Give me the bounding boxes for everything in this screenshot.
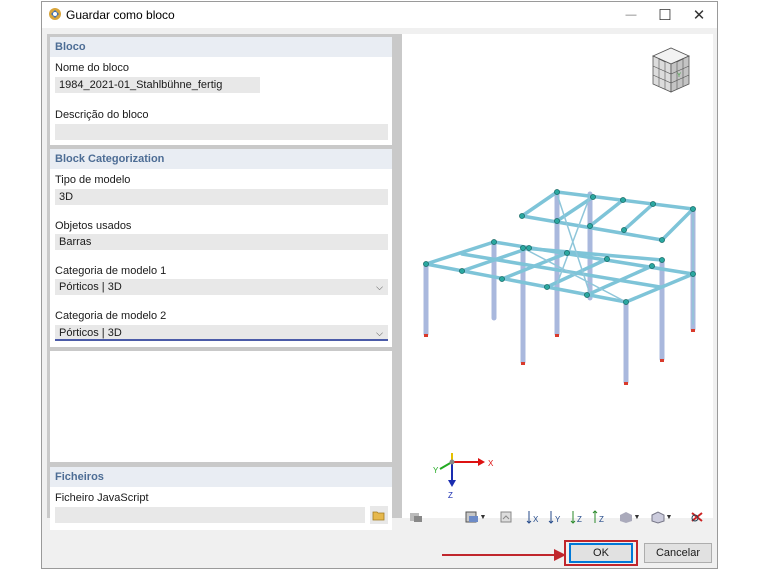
model-type-label: Tipo de modelo (55, 174, 131, 186)
y-axis-label: Y (433, 466, 439, 475)
svg-text:Y: Y (555, 515, 561, 524)
objects-used-label: Objetos usados (55, 220, 132, 232)
categorization-panel: Block Categorization Tipo de modelo 3D O… (50, 149, 392, 347)
app-icon (49, 8, 61, 20)
block-description-input[interactable] (55, 124, 388, 140)
empty-panel (50, 351, 392, 462)
maximize-button[interactable]: ☐ (648, 2, 682, 28)
svg-text:Y: Y (677, 73, 681, 79)
files-panel: Ficheiros Ficheiro JavaScript (50, 467, 392, 530)
block-description-label: Descrição do bloco (55, 109, 149, 121)
model-preview[interactable]: Y X Y Z ▼ X Y Z Z ▼ ▼ (402, 34, 713, 524)
browse-button[interactable] (370, 506, 388, 524)
files-section-title: Ficheiros (55, 471, 104, 483)
view-cube-dropdown[interactable]: ▼ (646, 508, 676, 526)
axes-indicator: X Y Z (433, 453, 494, 500)
categorization-section-title: Block Categorization (55, 153, 165, 165)
render-button[interactable] (406, 508, 426, 526)
category1-select[interactable]: Pórticos | 3D ⌵ (55, 279, 388, 295)
close-icon: ✕ (692, 7, 706, 24)
svg-text:Z: Z (599, 515, 604, 524)
model-type-field: 3D (55, 189, 388, 205)
minimize-button[interactable]: — (614, 2, 648, 28)
print-button[interactable] (496, 508, 516, 526)
svg-text:Z: Z (577, 515, 582, 524)
minimize-icon: — (625, 9, 637, 21)
view-cube-icon (651, 511, 665, 524)
category2-value: Pórticos | 3D (59, 327, 122, 339)
reset-icon (691, 512, 703, 522)
block-panel: Bloco Nome do bloco 1984_2021-01_Stahlbü… (50, 37, 392, 145)
js-file-input[interactable] (55, 507, 365, 523)
category1-value: Pórticos | 3D (59, 281, 122, 293)
block-name-label: Nome do bloco (55, 62, 129, 74)
render-mode-icon (619, 512, 632, 523)
print-icon (500, 511, 512, 523)
block-name-input[interactable]: 1984_2021-01_Stahlbühne_fertig (55, 77, 260, 93)
chevron-down-icon: ⌵ (376, 282, 383, 292)
close-button[interactable]: ✕ (682, 2, 716, 28)
category2-label: Categoria de modelo 2 (55, 310, 167, 322)
view-cube-icon[interactable]: Y (647, 44, 695, 96)
view-neg-z-icon: Z (592, 510, 604, 524)
view-x-button[interactable]: X (524, 508, 544, 526)
save-block-dialog: Guardar como bloco — ☐ ✕ Bloco Nome do b… (41, 1, 718, 569)
reset-view-button[interactable] (687, 508, 707, 526)
view-x-icon: X (526, 511, 539, 524)
render-icon (410, 513, 422, 522)
maximize-icon: ☐ (658, 7, 672, 24)
render-mode-dropdown[interactable]: ▼ (614, 508, 644, 526)
display-icon (465, 511, 478, 523)
category1-label: Categoria de modelo 1 (55, 265, 167, 277)
objects-used-field: Barras (55, 234, 388, 250)
view-z-icon: Z (570, 511, 582, 524)
dialog-body: Bloco Nome do bloco 1984_2021-01_Stahlbü… (42, 28, 717, 568)
window-title: Guardar como bloco (66, 8, 175, 22)
block-section-title: Bloco (55, 41, 86, 53)
ok-button[interactable]: OK (569, 543, 633, 563)
svg-text:X: X (533, 515, 539, 524)
view-y-icon: Y (548, 511, 561, 524)
title-bar: Guardar como bloco — ☐ ✕ (42, 2, 717, 28)
structure-3d-model (423, 189, 696, 385)
view-y-button[interactable]: Y (546, 508, 566, 526)
x-axis-label: X (488, 459, 494, 468)
chevron-down-icon: ⌵ (376, 328, 383, 338)
folder-icon (372, 511, 385, 521)
z-axis-label: Z (448, 491, 453, 500)
view-z-button[interactable]: Z (568, 508, 588, 526)
display-dropdown[interactable]: ▼ (460, 508, 490, 526)
js-file-label: Ficheiro JavaScript (55, 492, 149, 504)
annotation-arrow-line (442, 554, 560, 556)
block-section-header (50, 37, 392, 57)
category2-select[interactable]: Pórticos | 3D ⌵ (55, 325, 388, 341)
view-neg-z-button[interactable]: Z (590, 508, 610, 526)
cancel-button[interactable]: Cancelar (644, 543, 712, 563)
